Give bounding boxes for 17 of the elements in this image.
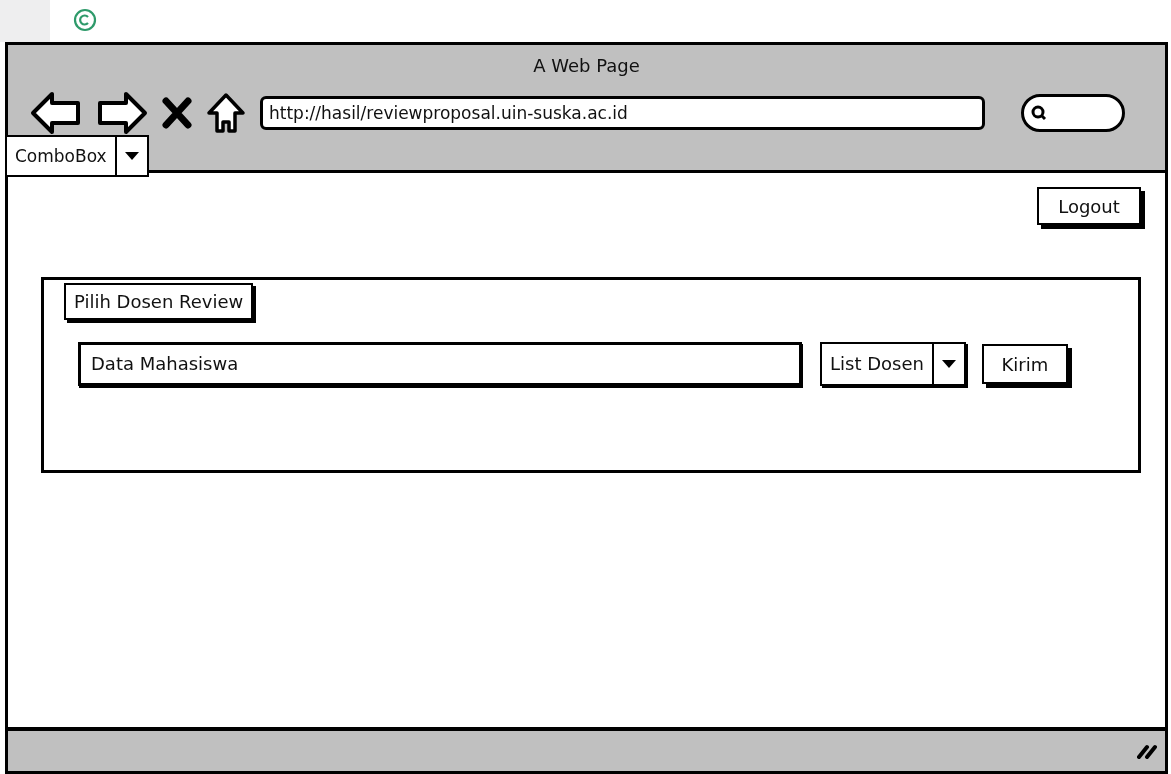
back-arrow-icon[interactable] bbox=[30, 91, 82, 135]
window-title: A Web Page bbox=[532, 54, 641, 78]
tab-strip bbox=[0, 0, 50, 42]
home-icon[interactable] bbox=[206, 92, 246, 134]
combo-box[interactable]: ComboBox bbox=[5, 135, 149, 177]
search-icon bbox=[1030, 104, 1048, 122]
url-field[interactable]: http://hasil/reviewproposal.uin-suska.ac.id bbox=[260, 96, 985, 130]
ring-icon[interactable] bbox=[73, 8, 97, 32]
input-field[interactable]: Data Mahasiswa bbox=[78, 342, 802, 386]
close-icon[interactable] bbox=[162, 97, 192, 129]
caret-icon bbox=[941, 360, 956, 368]
dropdown[interactable]: List Dosen bbox=[820, 342, 966, 386]
forward-arrow-icon[interactable] bbox=[96, 91, 148, 135]
caret-icon bbox=[124, 152, 139, 160]
search-field[interactable] bbox=[1021, 94, 1125, 132]
panel-label: Pilih Dosen Review bbox=[64, 283, 254, 320]
resize-grip-icon[interactable] bbox=[1137, 742, 1157, 760]
